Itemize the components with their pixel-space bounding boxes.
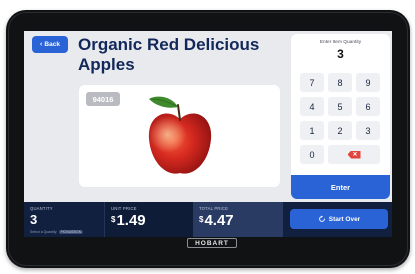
delete-key[interactable]: ✕ (328, 145, 380, 164)
start-over-button[interactable]: Start Over (290, 209, 388, 229)
red-apple-icon (148, 96, 212, 174)
chevron-left-icon: ‹ (40, 41, 43, 48)
key-1[interactable]: 1 (300, 121, 324, 140)
key-6[interactable]: 6 (356, 97, 380, 116)
tare-badge: PICK/ASSIGN (58, 230, 84, 234)
refresh-icon (318, 215, 325, 222)
tare-hint-label: Select a Quantity (30, 230, 57, 234)
quantity-summary: QUANTITY 3 Select a Quantity PICK/ASSIGN (24, 202, 104, 237)
product-title: Organic Red Delicious Apples (78, 35, 260, 74)
key-0[interactable]: 0 (300, 145, 324, 164)
quantity-keypad: Enter Item Quantity 3 7 8 9 4 5 6 1 2 3 … (291, 34, 390, 199)
price-summary-bar: QUANTITY 3 Select a Quantity PICK/ASSIGN… (24, 202, 392, 237)
key-7[interactable]: 7 (300, 73, 324, 92)
enter-button[interactable]: Enter (291, 175, 390, 199)
unit-price: $ 1.49 (111, 213, 146, 229)
unit-price-summary: UNIT PRICE $ 1.49 (104, 202, 194, 237)
start-over-label: Start Over (328, 215, 361, 223)
total-price-summary: TOTAL PRICE $ 4.47 (193, 202, 283, 237)
touch-screen: ‹ Back Organic Red Delicious Apples 9401… (24, 31, 392, 237)
total-price-label: TOTAL PRICE (199, 206, 229, 211)
key-2[interactable]: 2 (328, 121, 352, 140)
tare-hint: Select a Quantity PICK/ASSIGN (30, 230, 84, 234)
total-price-currency: $ (199, 215, 204, 224)
total-price-value: 4.47 (204, 212, 234, 229)
key-3[interactable]: 3 (356, 121, 380, 140)
key-8[interactable]: 8 (328, 73, 352, 92)
quantity-summary-value: 3 (30, 212, 38, 227)
brand-logo: HOBART (187, 238, 237, 248)
key-5[interactable]: 5 (328, 97, 352, 116)
plu-badge: 94016 (86, 92, 120, 106)
unit-price-label: UNIT PRICE (111, 206, 137, 211)
back-button[interactable]: ‹ Back (32, 36, 68, 53)
unit-price-currency: $ (111, 215, 116, 224)
quantity-entry-label: Enter Item Quantity (319, 40, 362, 45)
backspace-icon: ✕ (347, 150, 361, 159)
key-9[interactable]: 9 (356, 73, 380, 92)
total-price: $ 4.47 (199, 213, 234, 229)
quantity-summary-label: QUANTITY (30, 206, 53, 211)
back-button-label: Back (44, 41, 60, 48)
quantity-entry-value: 3 (337, 47, 344, 61)
product-card: 94016 (79, 85, 280, 187)
key-4[interactable]: 4 (300, 97, 324, 116)
unit-price-value: 1.49 (116, 212, 146, 229)
